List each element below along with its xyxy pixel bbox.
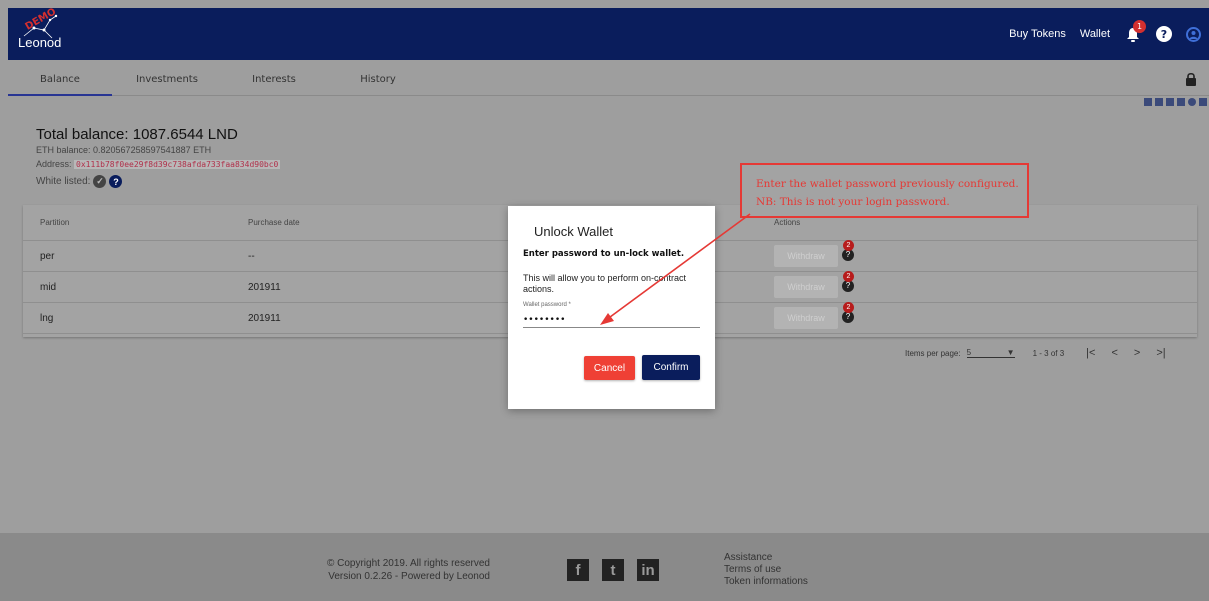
notifications-button[interactable]: 1 [1124,20,1146,44]
total-balance: Total balance: 1087.6544 LND [36,126,238,143]
partition-cell: per [40,250,55,262]
check-circle-icon: ✓ [93,175,107,188]
white-listed-row: White listed: ✓ ? [36,175,280,188]
address-row: Address: 0x111b78f0ee29f8d39c738afda733f… [36,159,281,169]
withdraw-button[interactable]: Withdraw [774,276,838,298]
unlock-wallet-dialog: Unlock Wallet Enter password to un-lock … [508,206,715,409]
footer-links: Assistance Terms of use Token informatio… [724,552,808,588]
balance-summary: Total balance: 1087.6544 LND ETH balance… [36,126,281,188]
help-count-badge: 2 [843,302,854,313]
wallet-link[interactable]: Wallet [1080,28,1110,40]
check-circle-icon[interactable] [1188,98,1196,106]
notifications-badge: 1 [1133,20,1146,33]
purchase-date-cell: 201911 [248,312,281,324]
cancel-button[interactable]: Cancel [584,356,635,380]
partition-cell: lng [40,312,54,324]
twitter-icon[interactable]: t [602,559,624,581]
linkedin-icon[interactable]: in [637,559,659,581]
help-icon[interactable]: ? 2 [842,302,854,323]
help-icon[interactable]: ? 2 [842,271,854,292]
grid-icon[interactable] [1144,98,1152,106]
column-purchase-date[interactable]: Purchase date [248,205,300,240]
assistance-link[interactable]: Assistance [724,552,808,564]
callout-line-2: NB: This is not your login password. [756,196,950,208]
dialog-title: Unlock Wallet [534,224,613,239]
account-circle-icon[interactable] [1186,26,1201,42]
items-per-page-select[interactable]: 5 ▼ [966,348,1015,358]
tab-interests[interactable]: Interests [222,60,326,96]
withdraw-button[interactable]: Withdraw [774,245,838,267]
tab-bar: Balance Investments Interests History [8,60,1209,96]
withdraw-button[interactable]: Withdraw [774,307,838,329]
help-count-badge: 2 [843,271,854,282]
column-partition[interactable]: Partition [40,205,69,240]
first-page-button[interactable]: |< [1086,347,1095,359]
lock-icon[interactable] [1185,72,1197,86]
partition-cell: mid [40,281,57,293]
leonod-logo[interactable]: DEMO Leonod [18,6,78,54]
paginator: Items per page: 5 ▼ 1 - 3 of 3 |< < > >| [905,347,1166,359]
white-listed-label: White listed: [36,176,91,187]
facebook-icon[interactable]: f [567,559,589,581]
move-icon[interactable] [1177,98,1185,106]
address-value[interactable]: 0x111b78f0ee29f8d39c738afda733faa834d90b… [74,160,281,169]
password-label: Wallet password * [523,302,571,308]
footer: © Copyright 2019. All rights reserved Ve… [0,533,1209,601]
token-informations-link[interactable]: Token informations [724,576,808,588]
wallet-password-field[interactable] [523,312,700,328]
instruction-callout: Enter the wallet password previously con… [740,163,1029,218]
logo-text: Leonod [18,35,62,50]
buy-tokens-link[interactable]: Buy Tokens [1009,28,1066,40]
dialog-subtitle: Enter password to un-lock wallet. [523,249,685,259]
apps-icon[interactable] [1199,98,1207,106]
eth-balance: ETH balance: 0.820567258597541887 ETH [36,145,212,155]
purchase-date-cell: -- [248,250,255,262]
dialog-description: This will allow you to perform on-contra… [523,273,687,294]
last-page-button[interactable]: >| [1156,347,1165,359]
tab-investments[interactable]: Investments [112,60,222,96]
callout-line-1: Enter the wallet password previously con… [756,178,1019,190]
page-range: 1 - 3 of 3 [1032,348,1065,358]
top-navbar: DEMO Leonod Buy Tokens Wallet 1 ? [8,6,1209,60]
wrench-icon[interactable] [1155,98,1163,106]
next-page-button[interactable]: > [1134,347,1140,359]
footer-copyright: © Copyright 2019. All rights reserved Ve… [300,557,490,583]
copyright-text: © Copyright 2019. All rights reserved [326,558,490,569]
checkbox-icon[interactable] [1166,98,1174,106]
address-label: Address: [36,159,72,169]
items-per-page-value: 5 [966,348,972,357]
terms-of-use-link[interactable]: Terms of use [724,564,808,576]
tab-history[interactable]: History [326,60,430,96]
help-circle-icon[interactable]: ? [109,175,123,188]
version-text: Version 0.2.26 - Powered by Leonod [328,571,490,582]
toolbar-icons [1144,98,1207,106]
confirm-button[interactable]: Confirm [642,355,700,380]
dropdown-arrow-icon: ▼ [1006,348,1015,357]
help-icon[interactable]: ? 2 [842,240,854,261]
help-count-badge: 2 [843,240,854,251]
tab-balance[interactable]: Balance [8,60,112,96]
items-per-page-label: Items per page: [905,348,961,358]
question-circle-icon[interactable]: ? [1156,26,1172,42]
previous-page-button[interactable]: < [1111,347,1117,359]
purchase-date-cell: 201911 [248,281,281,293]
